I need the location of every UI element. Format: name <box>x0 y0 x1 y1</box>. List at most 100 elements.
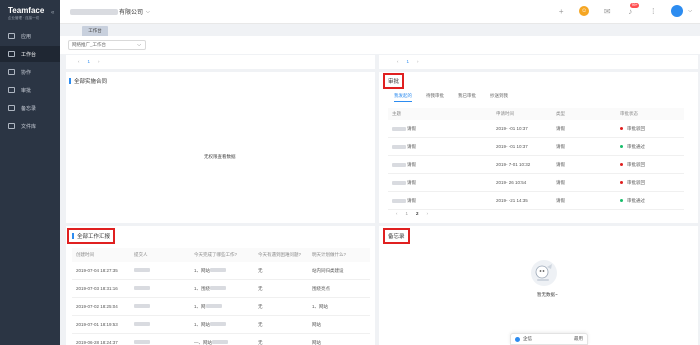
sidebar-item-workbench[interactable]: 工作台 <box>0 46 60 62</box>
table-row[interactable]: 请假 2019- 26 10:54 请假 审批驳回 <box>388 174 684 192</box>
col-subject: 主题 <box>392 111 401 116</box>
sidebar-item-collab[interactable]: 协作 <box>0 64 60 80</box>
collab-icon <box>8 69 15 75</box>
approval-title: 审批 <box>383 73 405 89</box>
brand-tagline: 企业管理 · 连接一切 <box>8 16 40 20</box>
redacted <box>134 322 150 326</box>
next-page-icon[interactable]: › <box>98 59 100 64</box>
tab-pending[interactable]: 待我审批 <box>426 93 444 102</box>
reports-table: 创建时间 提交人 今天完成了哪些工作? 今天有遇到困难问题? 明天计划做什么? … <box>72 248 370 345</box>
approval-icon <box>8 87 15 93</box>
user-menu[interactable]: ⌵ <box>671 5 692 17</box>
brand-name: Teamface <box>8 6 45 15</box>
sidebar-item-label: 文件库 <box>21 123 37 130</box>
cell-problem: 无 <box>258 267 263 273</box>
chat-right-label: 最用 <box>574 336 583 341</box>
reports-title-text: 全部工作汇报 <box>77 234 111 240</box>
pager-strip-right: ‹ 1 › <box>379 55 698 69</box>
cell-time: 2019- -01 10:37 <box>496 144 528 149</box>
tab-cc[interactable]: 抄送到我 <box>490 93 508 102</box>
sidebar-item-apps[interactable]: 应用 <box>0 28 60 44</box>
status-dot <box>620 163 623 166</box>
mail-icon[interactable]: ✉ <box>602 6 612 16</box>
grid-icon <box>8 33 15 39</box>
redacted <box>212 339 228 344</box>
table-row[interactable]: 请假 2019- 7-01 10:32 请假 审批驳回 <box>388 156 684 174</box>
next-page-icon[interactable]: › <box>417 59 419 64</box>
add-icon[interactable]: + <box>556 6 566 16</box>
table-row[interactable]: 2019-06-28 18:24:37 —、网站 无 网站 <box>72 334 370 345</box>
cell-time: 2019- -01 10:37 <box>496 126 528 131</box>
desktop-icon <box>8 51 15 57</box>
redacted <box>392 162 406 167</box>
table-row[interactable]: 2019-07-02 18:25:04 1、网 无 1、网站 <box>72 298 370 316</box>
chevron-down-icon: ⌵ <box>146 8 150 15</box>
cell-done: 1、网 <box>194 303 258 310</box>
chat-bar[interactable]: 企信 最用 <box>510 333 588 345</box>
reports-title: 全部工作汇报 <box>67 228 116 244</box>
company-name-redacted <box>70 8 118 15</box>
empty-message: 无权限查看数据 <box>204 154 236 159</box>
notification-badge: 99+ <box>630 3 640 8</box>
cell-problem: 无 <box>258 303 263 309</box>
page-number[interactable]: 1 <box>88 59 91 64</box>
logo: Teamface 企业管理 · 连接一切 <box>8 6 44 21</box>
company-suffix: 有限公司 <box>119 10 144 16</box>
tab-initiated[interactable]: 我发起的 <box>394 93 412 102</box>
redacted <box>134 286 150 290</box>
page-1[interactable]: 1 <box>406 211 409 216</box>
table-row[interactable]: 2019-07-03 18:31:16 1、围绕 无 围绕亮点 <box>72 280 370 298</box>
sidebar-item-approval[interactable]: 审批 <box>0 82 60 98</box>
tab-workbench[interactable]: 工作台 <box>82 26 108 36</box>
approval-table: 主题 申请时间 类型 审批状态 请假 2019- -01 10:37 请假 审批… <box>388 108 684 210</box>
status-dot <box>620 199 623 202</box>
company-switcher[interactable]: 有限公司 ⌵ <box>70 7 150 16</box>
status-text: 审批驳回 <box>627 125 645 131</box>
workbench-select[interactable]: 网络推广_工作台 ⌵ <box>68 40 146 50</box>
memo-empty-message: 暂无数据~ <box>537 292 558 297</box>
cell-plan: 1、网站 <box>312 303 329 309</box>
status-text: 审批驳回 <box>627 179 645 185</box>
approval-pagination: ‹ 1 2 › <box>396 211 428 216</box>
table-row[interactable]: 请假 2019- -21 14:35 请假 审批通过 <box>388 192 684 210</box>
cell-time: 2019- 26 10:54 <box>496 180 527 185</box>
sidebar-item-memo[interactable]: 备忘录 <box>0 100 60 116</box>
sidebar-item-label: 审批 <box>21 87 32 94</box>
sidebar-item-files[interactable]: 文件库 <box>0 118 60 134</box>
emoji-icon[interactable]: ☺ <box>579 6 590 16</box>
table-row[interactable]: 请假 2019- -01 10:37 请假 审批通过 <box>388 138 684 156</box>
table-row[interactable]: 请假 2019- -01 10:37 请假 审批驳回 <box>388 120 684 138</box>
cell-plan: 围绕亮点 <box>312 285 330 291</box>
prev-page-icon[interactable]: ‹ <box>397 59 399 64</box>
sidebar-item-label: 协作 <box>21 69 32 76</box>
redacted <box>134 304 150 308</box>
page-number[interactable]: 1 <box>407 59 410 64</box>
approval-title-text: 审批 <box>388 79 400 85</box>
subject-text: 请假 <box>407 197 416 203</box>
sidebar-item-label: 工作台 <box>21 51 37 58</box>
apps-icon[interactable]: ⁞ <box>648 6 658 16</box>
redacted <box>392 198 406 203</box>
table-row[interactable]: 2019-07-01 18:19:53 1、网站 无 网站 <box>72 316 370 334</box>
prev-page-icon[interactable]: ‹ <box>396 211 398 216</box>
top-header: 有限公司 ⌵ + ☺ ✉ ♪ 99+ ⁞ ⌵ <box>60 0 700 24</box>
cell-subject: 请假 <box>388 126 496 132</box>
tab-approved[interactable]: 我已审批 <box>458 93 476 102</box>
cell-status: 审批驳回 <box>620 162 684 168</box>
status-dot <box>620 127 623 130</box>
contracts-panel: 全部实施合同 无权限查看数据 <box>66 72 375 223</box>
bell-icon[interactable]: ♪ 99+ <box>625 3 640 16</box>
subject-text: 请假 <box>407 143 416 149</box>
cell-time: 2019- 7-01 10:32 <box>496 162 531 167</box>
table-row[interactable]: 2019-07-04 18:27:35 1、网站 无 站内同归类建设 <box>72 262 370 280</box>
redacted <box>210 321 227 326</box>
collapse-sidebar-icon[interactable]: « <box>51 10 54 16</box>
cell-status: 审批驳回 <box>620 180 684 186</box>
redacted <box>134 268 150 272</box>
next-page-icon[interactable]: › <box>427 211 429 216</box>
approval-subtabs: 我发起的 待我审批 我已审批 抄送到我 <box>394 93 508 102</box>
page-2[interactable]: 2 <box>416 211 419 216</box>
prev-page-icon[interactable]: ‹ <box>78 59 80 64</box>
cell-done: 1、围绕 <box>194 285 258 292</box>
cell-subject: 请假 <box>388 180 496 186</box>
